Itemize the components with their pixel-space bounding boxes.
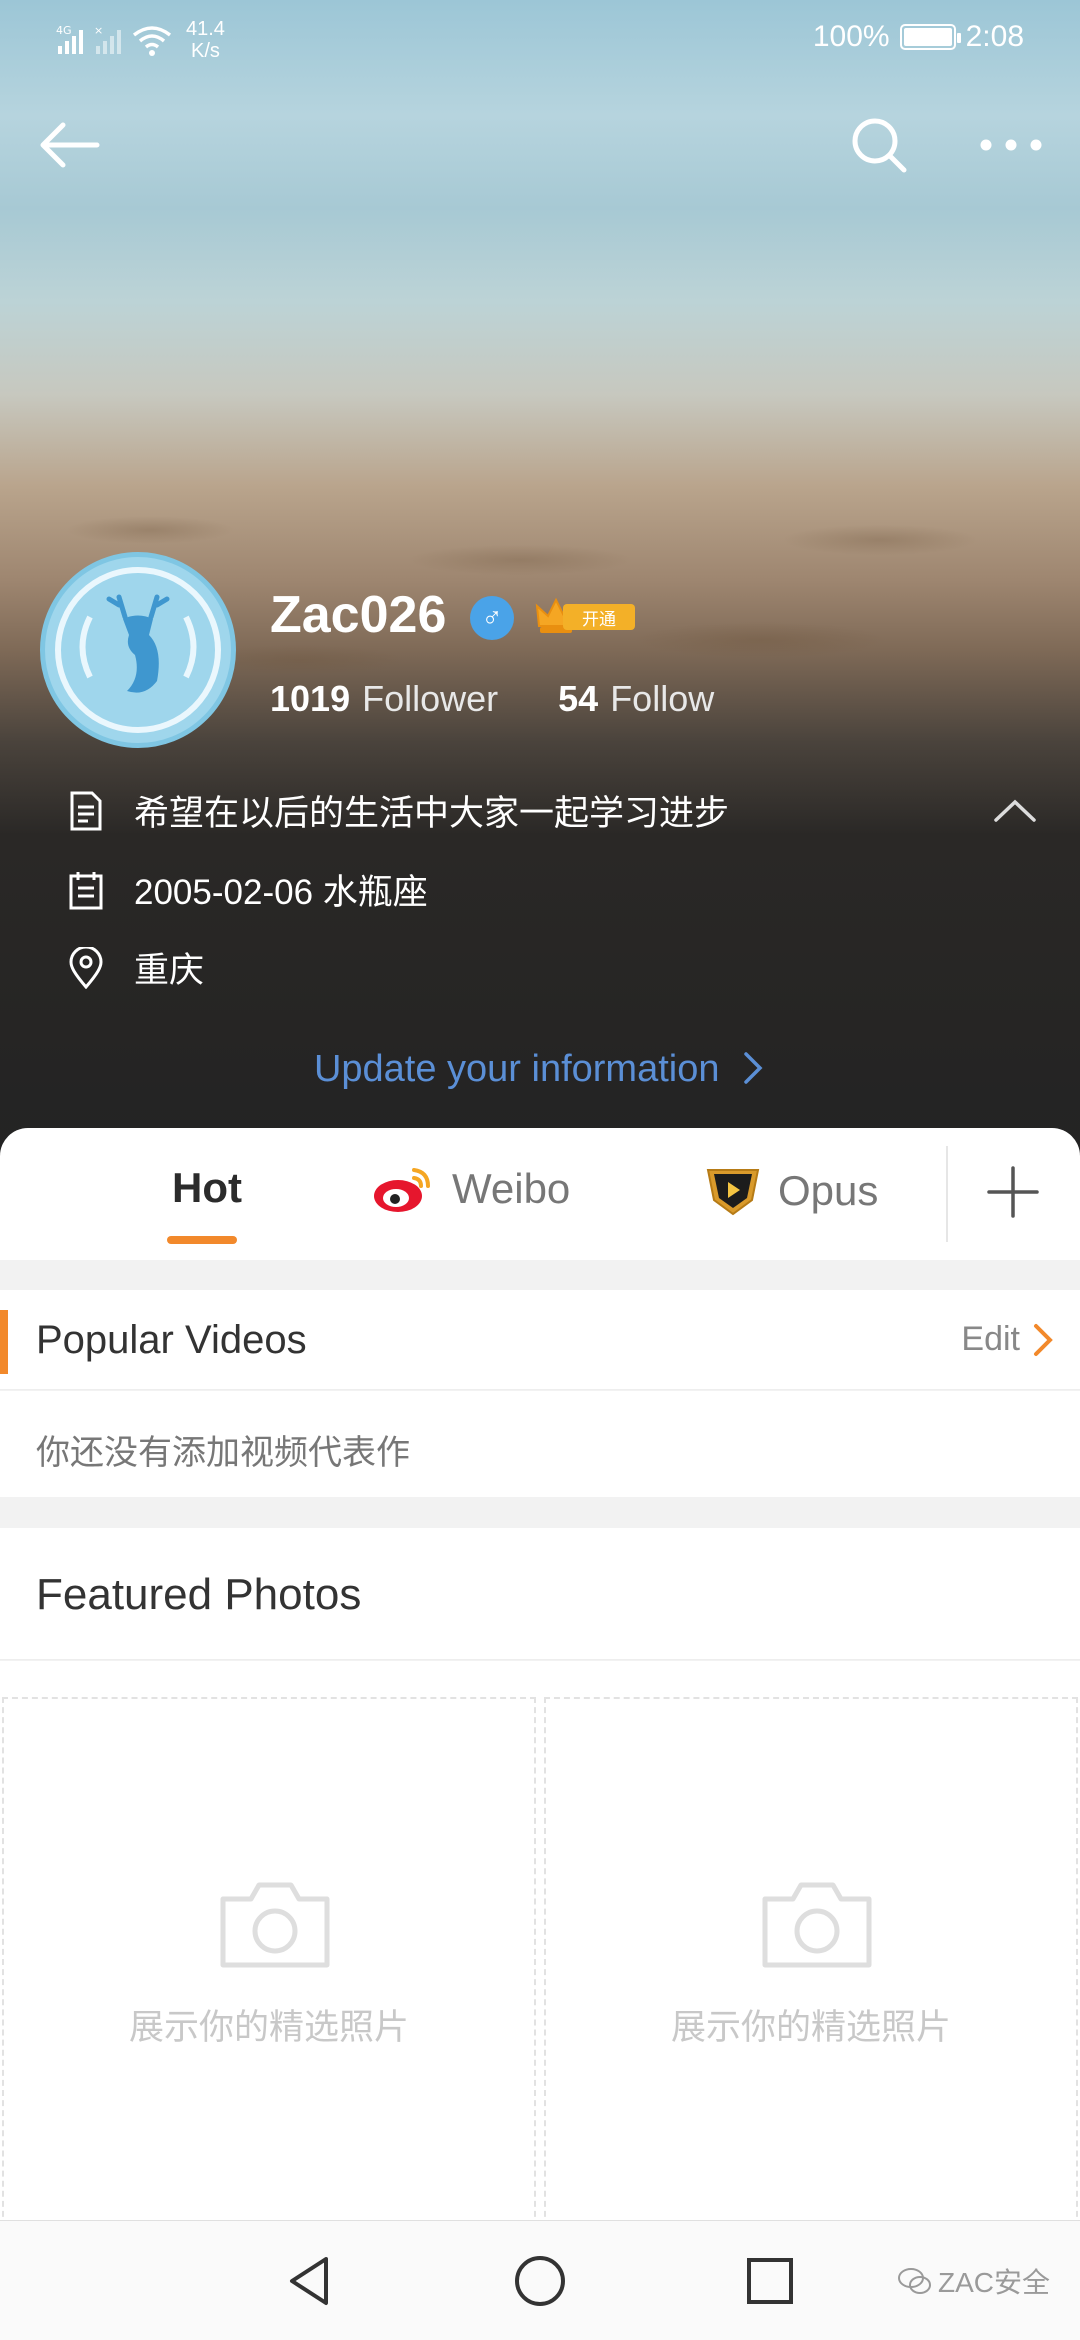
camera-icon	[762, 1882, 872, 1968]
tab-opus-label: Opus	[778, 1167, 879, 1214]
status-right: 100% 2:08	[813, 20, 1024, 54]
photo-slot-1[interactable]: 展示你的精选照片	[2, 1697, 536, 2227]
vip-open-label: 开通	[563, 604, 635, 630]
update-info-label: Update your information	[313, 1048, 720, 1090]
tab-hot-label: Hot	[172, 1164, 242, 1211]
photo-slot-2[interactable]: 展示你的精选照片	[544, 1697, 1078, 2227]
arrow-left-icon	[40, 122, 100, 168]
svg-text:×: ×	[94, 24, 103, 37]
profile-stats: 1019 Follower 54 Follow	[270, 678, 714, 720]
following-stat[interactable]: 54 Follow	[558, 678, 714, 720]
featured-photos-title: Featured Photos	[36, 1570, 362, 1619]
followers-label: Follower	[362, 678, 499, 719]
more-button[interactable]	[976, 110, 1046, 180]
nav-back-icon[interactable]	[280, 2251, 340, 2311]
photo-slot-placeholder: 展示你的精选照片	[128, 2008, 409, 2047]
section-accent-bar	[0, 1310, 8, 1374]
search-icon	[852, 118, 907, 173]
popular-videos-empty-text: 你还没有添加视频代表作	[36, 1434, 410, 1472]
active-tab-indicator	[167, 1236, 237, 1244]
following-label: Follow	[610, 678, 715, 719]
wechat-icon	[897, 2268, 931, 2294]
tab-opus[interactable]: Opus	[700, 1164, 878, 1218]
location-row: 重庆	[66, 942, 204, 993]
chevron-up-icon[interactable]	[990, 790, 1040, 830]
svg-text:4G: 4G	[56, 24, 72, 37]
battery-icon	[899, 24, 961, 50]
featured-photos-header: Featured Photos	[0, 1528, 1080, 1660]
username: Zac026	[270, 586, 447, 644]
popular-videos-title: Popular Videos	[36, 1318, 307, 1362]
add-tab-icon[interactable]	[985, 1164, 1041, 1220]
cellular-signal-icon: 4G ×	[56, 24, 121, 54]
popular-videos-body: 你还没有添加视频代表作	[0, 1391, 1080, 1497]
watermark-text: ZAC安全	[937, 2267, 1050, 2298]
chevron-right-icon	[744, 1052, 763, 1084]
net-speed-unit: K/s	[191, 40, 220, 62]
search-button[interactable]	[844, 110, 914, 180]
update-info-link[interactable]: Update your information	[0, 1048, 1080, 1091]
network-speed: 41.4 K/s	[186, 18, 225, 62]
battery-percent: 100%	[812, 20, 890, 53]
document-icon	[66, 791, 106, 831]
location-pin-icon	[66, 946, 106, 989]
system-navigation-bar: ZAC安全	[0, 2220, 1080, 2340]
avatar[interactable]	[40, 552, 236, 748]
net-speed-value: 41.4	[186, 18, 225, 40]
tab-hot[interactable]: Hot	[172, 1164, 242, 1212]
camera-icon	[220, 1882, 330, 1968]
calendar-icon	[66, 870, 106, 910]
opus-icon	[706, 1169, 760, 1216]
watermark: ZAC安全	[897, 2261, 1050, 2301]
tab-weibo-label: Weibo	[452, 1165, 571, 1212]
status-left: 4G × 41.4 K/s	[56, 18, 225, 62]
location-text: 重庆	[134, 951, 205, 990]
deer-logo-icon	[55, 567, 221, 733]
popular-videos-header: Popular Videos Edit	[0, 1290, 1080, 1390]
profile-tabs: Hot Weibo Opus	[0, 1128, 1080, 1260]
birthday-text: 2005-02-06 水瓶座	[134, 873, 428, 912]
back-button[interactable]	[34, 110, 104, 180]
nav-home-icon[interactable]	[510, 2251, 570, 2311]
bio-text: 希望在以后的生活中大家一起学习进步	[134, 794, 730, 833]
vip-badge[interactable]: 开通	[535, 596, 635, 636]
bio-row: 希望在以后的生活中大家一起学习进步	[66, 785, 729, 836]
clock: 2:08	[965, 20, 1024, 53]
followers-count: 1019	[270, 678, 351, 719]
nav-recents-icon[interactable]	[740, 2251, 800, 2311]
featured-photos-grid: 展示你的精选照片 展示你的精选照片	[0, 1661, 1080, 2227]
followers-stat[interactable]: 1019 Follower	[270, 678, 498, 720]
gender-male-icon: ♂	[470, 596, 514, 640]
following-count: 54	[558, 678, 599, 719]
birthday-row: 2005-02-06 水瓶座	[66, 864, 428, 915]
more-horizontal-icon	[980, 139, 1042, 151]
status-bar: 4G × 41.4 K/s 100% 2:08	[0, 0, 1080, 80]
popular-videos-edit-button[interactable]: Edit	[961, 1320, 1020, 1359]
wifi-icon	[132, 26, 172, 56]
photo-slot-placeholder: 展示你的精选照片	[670, 2008, 951, 2047]
battery-level-fill	[903, 28, 952, 46]
chevron-right-icon[interactable]	[1030, 1322, 1058, 1358]
tab-divider	[946, 1146, 948, 1242]
weibo-icon	[374, 1168, 430, 1212]
tab-weibo[interactable]: Weibo	[372, 1164, 570, 1214]
